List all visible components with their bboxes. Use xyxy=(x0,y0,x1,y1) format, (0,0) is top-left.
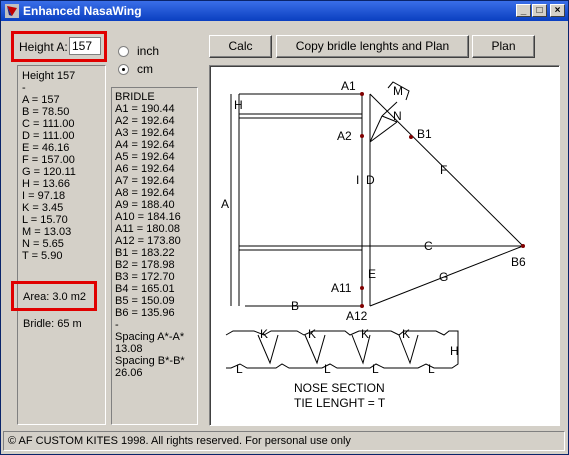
bridle-item: B1 = 183.22 xyxy=(115,247,175,259)
label-b: B xyxy=(291,299,299,313)
label-k-3: K xyxy=(361,327,369,341)
label-a12: A12 xyxy=(346,309,368,323)
label-g: G xyxy=(439,270,448,284)
highlight-area xyxy=(11,281,97,311)
bridle-item: A2 = 192.64 xyxy=(115,115,175,127)
bridle-item: A3 = 192.64 xyxy=(115,127,175,139)
bridle-item: A8 = 192.64 xyxy=(115,187,175,199)
label-l-4: L xyxy=(428,362,435,376)
dimensions-list: Height 157- A = 157 B = 78.50 C = 111.00 D =… xyxy=(22,70,105,262)
bridle-list: BRIDLE A1 = 190.44 A2 = 192.64 A3 = 192.64 A… xyxy=(115,91,197,379)
label-k-2: K xyxy=(308,327,316,341)
cm-label[interactable]: cm xyxy=(137,62,153,76)
dimension-item: G = 120.11 xyxy=(22,166,76,178)
bridle-item: 13.08 xyxy=(115,343,143,355)
bridle-item: A12 = 173.80 xyxy=(115,235,181,247)
bridle-item: A7 = 192.64 xyxy=(115,175,175,187)
label-i: I xyxy=(356,173,359,187)
bridle-item: Spacing B*-B* xyxy=(115,355,185,367)
dimension-item: C = 111.00 xyxy=(22,118,75,130)
dimension-item: - xyxy=(22,82,26,94)
label-h: H xyxy=(234,98,243,112)
bridle-item: A1 = 190.44 xyxy=(115,103,175,115)
calc-button[interactable]: Calc xyxy=(209,35,272,58)
app-window: Enhanced NasaWing _ □ × Height A: inch c… xyxy=(0,0,569,455)
dimension-item: N = 5.65 xyxy=(22,238,64,250)
bridle-item: B2 = 178.98 xyxy=(115,259,175,271)
dimension-item: A = 157 xyxy=(22,94,60,106)
label-e: E xyxy=(368,267,376,281)
maximize-button[interactable]: □ xyxy=(532,4,547,17)
label-a2: A2 xyxy=(337,129,352,143)
label-a: A xyxy=(221,197,229,211)
dimension-item: D = 111.00 xyxy=(22,130,75,142)
label-d: D xyxy=(366,173,375,187)
bridle-item: B6 = 135.96 xyxy=(115,307,175,319)
label-b6: B6 xyxy=(511,255,526,269)
inch-radio[interactable] xyxy=(118,46,129,57)
label-k-4: K xyxy=(402,327,410,341)
title-bar[interactable]: Enhanced NasaWing _ □ × xyxy=(1,1,568,21)
cm-radio[interactable] xyxy=(118,64,129,75)
label-l-3: L xyxy=(372,362,379,376)
bridle-item: B4 = 165.01 xyxy=(115,283,175,295)
bridle-total-label: Bridle: 65 m xyxy=(23,318,82,330)
bridle-item: A11 = 180.08 xyxy=(115,223,180,235)
dimension-item: E = 46.16 xyxy=(22,142,70,154)
bridle-item: BRIDLE xyxy=(115,91,155,103)
bridle-item: A6 = 192.64 xyxy=(115,163,175,175)
minimize-button[interactable]: _ xyxy=(516,4,531,17)
label-n: N xyxy=(393,109,402,123)
highlight-height xyxy=(11,31,107,62)
label-l-1: L xyxy=(236,362,243,376)
bridle-item: B5 = 150.09 xyxy=(115,295,175,307)
bridle-item: A5 = 192.64 xyxy=(115,151,175,163)
plan-canvas: A1 A2 B1 B6 A11 A12 A B C D E F G H I M … xyxy=(209,65,560,426)
close-button[interactable]: × xyxy=(550,4,565,17)
status-bar: © AF CUSTOM KITES 1998. All rights reser… xyxy=(3,431,565,451)
kite-plan-diagram: A1 A2 B1 B6 A11 A12 A B C D E F G H I M … xyxy=(221,79,526,410)
label-a1: A1 xyxy=(341,79,356,93)
window-title: Enhanced NasaWing xyxy=(23,4,142,18)
label-c: C xyxy=(424,239,433,253)
dimension-item: Height 157 xyxy=(22,70,76,82)
copy-bridle-button[interactable]: Copy bridle lenghts and Plan xyxy=(276,35,469,58)
dimension-item: K = 3.45 xyxy=(22,202,64,214)
bridle-item: A9 = 188.40 xyxy=(115,199,175,211)
dimension-item: B = 78.50 xyxy=(22,106,70,118)
tie-length-text: TIE LENGHT = T xyxy=(294,396,386,410)
inch-label[interactable]: inch xyxy=(137,44,159,58)
label-f: F xyxy=(440,163,447,177)
label-l-2: L xyxy=(324,362,331,376)
bridle-item: B3 = 172.70 xyxy=(115,271,175,283)
bridle-item: A10 = 184.16 xyxy=(115,211,181,223)
bridle-panel: BRIDLE A1 = 190.44 A2 = 192.64 A3 = 192.64 A… xyxy=(111,87,198,425)
dimension-item: F = 157.00 xyxy=(22,154,75,166)
plan-button[interactable]: Plan xyxy=(472,35,535,58)
label-m: M xyxy=(393,84,403,98)
bridle-item: 26.06 xyxy=(115,367,143,379)
label-h-nose: H xyxy=(450,344,459,358)
bridle-item: A4 = 192.64 xyxy=(115,139,175,151)
dimension-item: T = 5.90 xyxy=(22,250,63,262)
dimension-item: H = 13.66 xyxy=(22,178,71,190)
label-a11: A11 xyxy=(331,281,352,295)
bridle-item: Spacing A*-A* xyxy=(115,331,185,343)
bridle-item: - xyxy=(115,319,119,331)
dimension-item: L = 15.70 xyxy=(22,214,68,226)
label-k-1: K xyxy=(260,327,268,341)
nose-section-title: NOSE SECTION xyxy=(294,381,385,395)
dimensions-panel: Height 157- A = 157 B = 78.50 C = 111.00 D =… xyxy=(17,65,106,425)
dimension-item: M = 13.03 xyxy=(22,226,72,238)
units-group: inch cm xyxy=(111,33,162,81)
dimension-item: I = 97.18 xyxy=(22,190,66,202)
kite-app-icon xyxy=(5,4,19,18)
label-b1: B1 xyxy=(417,127,432,141)
